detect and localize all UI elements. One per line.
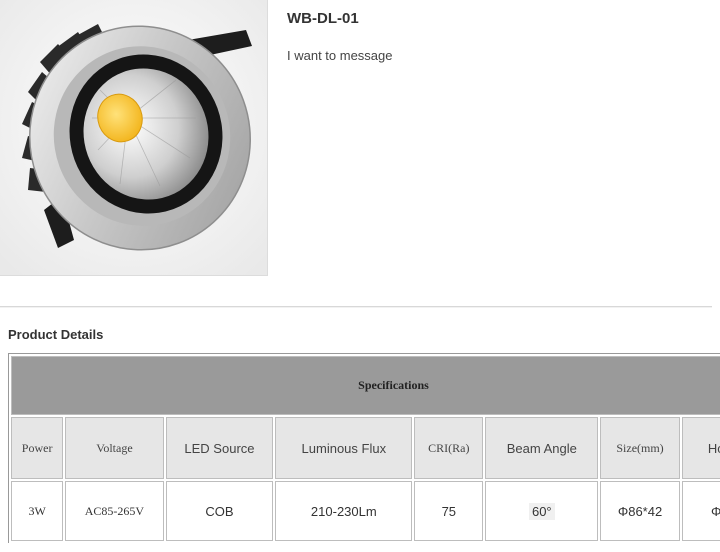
column-header-size: Size(mm) bbox=[600, 417, 680, 479]
table-row: 3W AC85-265V COB 210-230Lm 75 60° Φ86*42… bbox=[11, 481, 720, 541]
column-header-beam-angle: Beam Angle bbox=[485, 417, 599, 479]
cell-size: Φ86*42 bbox=[600, 481, 680, 541]
table-header-row: Power Voltage LED Source Luminous Flux C… bbox=[11, 417, 720, 479]
column-header-voltage: Voltage bbox=[65, 417, 164, 479]
product-image[interactable] bbox=[0, 0, 268, 276]
column-header-hole-size: Hole Si bbox=[681, 417, 720, 479]
column-header-led-source: LED Source bbox=[165, 417, 274, 479]
cell-luminous-flux: 210-230Lm bbox=[275, 481, 413, 541]
message-link[interactable]: I want to message bbox=[287, 48, 393, 63]
cell-beam-angle: 60° bbox=[485, 481, 599, 541]
product-details-heading: Product Details bbox=[8, 327, 104, 342]
cell-power: 3W bbox=[11, 481, 64, 541]
downlight-illustration bbox=[0, 0, 267, 275]
section-divider bbox=[0, 306, 712, 308]
cell-led-source: COB bbox=[165, 481, 274, 541]
product-title: WB-DL-01 bbox=[287, 10, 359, 27]
column-header-power: Power bbox=[11, 417, 64, 479]
cell-cri: 75 bbox=[414, 481, 484, 541]
cell-voltage: AC85-265V bbox=[65, 481, 164, 541]
specifications-header: Specifications bbox=[11, 356, 720, 415]
beam-angle-value: 60° bbox=[528, 502, 555, 520]
specifications-table: Specifications Power Voltage LED Source … bbox=[8, 354, 720, 543]
column-header-cri: CRI(Ra) bbox=[414, 417, 484, 479]
column-header-luminous-flux: Luminous Flux bbox=[275, 417, 413, 479]
cell-hole-size: Φ70m bbox=[681, 481, 720, 541]
specifications-table-container[interactable]: Specifications Power Voltage LED Source … bbox=[8, 353, 720, 552]
